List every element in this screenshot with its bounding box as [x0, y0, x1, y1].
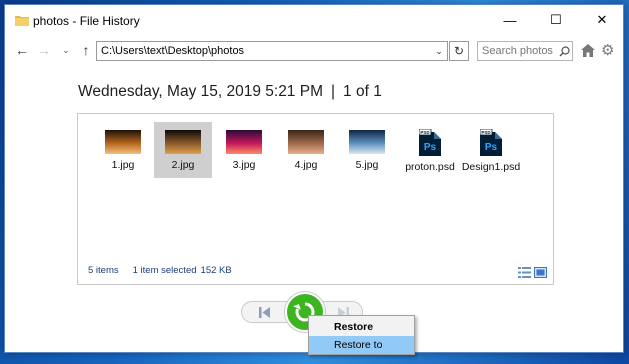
close-button[interactable]: ✕ [579, 5, 625, 35]
psd-badge-text: PSD [481, 130, 491, 135]
image-thumbnail [165, 130, 201, 154]
details-view-icon[interactable] [518, 267, 531, 278]
up-button[interactable]: ↑ [77, 40, 95, 60]
file-name: 2.jpg [171, 159, 195, 171]
file-item[interactable]: 4.jpg [277, 122, 335, 178]
maximize-button[interactable]: ☐ [533, 5, 579, 35]
file-item[interactable]: 2.jpg [154, 122, 212, 178]
file-item[interactable]: 3.jpg [215, 122, 273, 178]
file-history-window: photos - File History — ☐ ✕ ← → ⌄ ↑ C:\U… [4, 4, 624, 355]
refresh-button[interactable]: ↻ [449, 41, 469, 61]
file-name: Design1.psd [461, 161, 521, 173]
image-thumbnail [288, 130, 324, 154]
search-input[interactable]: Search photos [478, 45, 556, 57]
navigation-bar: ← → ⌄ ↑ C:\Users\text\Desktop\photos ⌄ ↻… [5, 36, 623, 64]
menu-item-restore-to[interactable]: Restore to [309, 336, 414, 354]
selection-info: 1 item selected 152 KB [133, 265, 232, 276]
minimize-button[interactable]: — [487, 5, 533, 35]
restore-context-menu: Restore Restore to [308, 315, 415, 355]
file-name: proton.psd [405, 161, 455, 173]
image-thumbnail [349, 130, 385, 154]
snapshot-header: Wednesday, May 15, 2019 5:21 PM | 1 of 1 [78, 83, 382, 101]
folder-clock-icon [15, 16, 29, 26]
back-button[interactable]: ← [13, 40, 31, 60]
status-bar: 5 items 1 item selected 152 KB [88, 265, 246, 276]
file-item[interactable]: 1.jpg [94, 122, 152, 178]
gear-icon[interactable]: ⚙ [601, 43, 614, 59]
view-toggle [518, 267, 547, 278]
selection-size: 152 KB [200, 265, 232, 276]
image-thumbnail [226, 130, 262, 154]
address-bar[interactable]: C:\Users\text\Desktop\photos ⌄ [96, 41, 448, 61]
large-icons-view-icon[interactable] [534, 267, 547, 278]
files-panel: 5 items 1 item selected 152 KB 1.jpg 2.jpg 3… [77, 113, 554, 285]
file-name: 3.jpg [232, 159, 256, 171]
photoshop-file-icon: PSD Ps [418, 128, 441, 156]
file-item[interactable]: 5.jpg [338, 122, 396, 178]
forward-button[interactable]: → [35, 40, 53, 60]
home-icon[interactable] [581, 44, 595, 57]
title-bar: photos - File History — ☐ ✕ [5, 5, 623, 35]
menu-item-restore[interactable]: Restore [309, 318, 414, 336]
address-dropdown-button[interactable]: ⌄ [431, 42, 447, 60]
snapshot-position: 1 of 1 [343, 83, 382, 100]
window-title: photos - File History [33, 14, 140, 28]
recent-locations-button[interactable]: ⌄ [57, 40, 75, 60]
header-separator: | [331, 83, 336, 100]
photoshop-file-icon: PSD Ps [479, 128, 502, 156]
snapshot-date: Wednesday, May 15, 2019 5:21 PM [78, 83, 323, 100]
ps-glyph-text: Ps [485, 142, 498, 153]
ps-glyph-text: Ps [424, 142, 437, 153]
file-item[interactable]: PSD Ps Design1.psd [455, 122, 527, 178]
address-path[interactable]: C:\Users\text\Desktop\photos [97, 45, 431, 57]
search-icon[interactable] [556, 45, 572, 57]
file-name: 1.jpg [111, 159, 135, 171]
selection-count: 1 item selected [132, 265, 197, 276]
search-box[interactable]: Search photos [477, 41, 573, 61]
image-thumbnail [105, 130, 141, 154]
item-count: 5 items [88, 265, 119, 276]
file-name: 5.jpg [355, 159, 379, 171]
file-name: 4.jpg [294, 159, 318, 171]
previous-version-button[interactable] [258, 306, 272, 319]
psd-badge-text: PSD [420, 130, 430, 135]
